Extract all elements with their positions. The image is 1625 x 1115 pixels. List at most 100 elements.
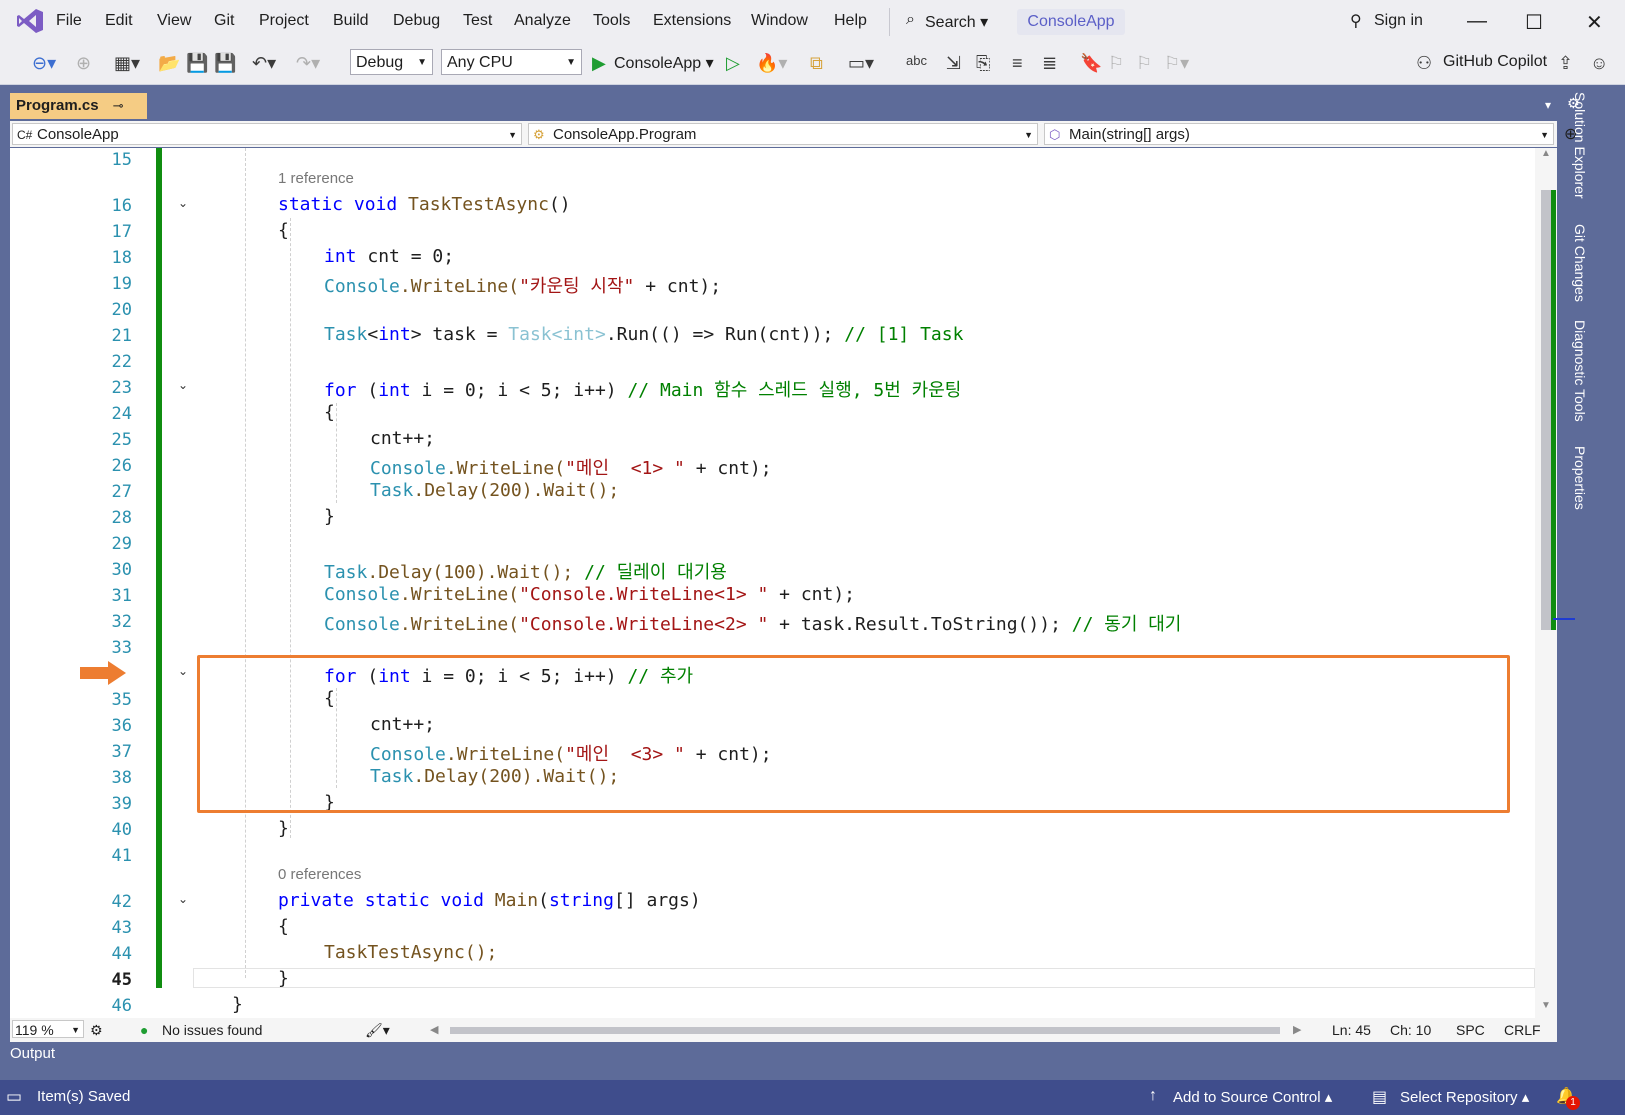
prev-bookmark-icon[interactable]: ⚐	[1108, 53, 1124, 74]
sign-in-button[interactable]: Sign in	[1374, 12, 1423, 30]
uncomment-icon[interactable]: ≣	[1042, 53, 1057, 74]
whitespace-indicator[interactable]: SPC	[1456, 1018, 1485, 1042]
clear-bookmarks-icon[interactable]: ⚐▾	[1164, 53, 1189, 74]
visual-studio-logo-icon[interactable]	[16, 8, 44, 34]
platform-select[interactable]: Any CPU ▼	[441, 49, 582, 75]
open-folder-icon[interactable]: 📂	[158, 53, 180, 74]
start-debugging-button[interactable]: ConsoleApp ▾	[614, 53, 714, 73]
menu-tools[interactable]: Tools	[593, 12, 630, 30]
scroll-right-icon[interactable]: ▶	[1293, 1018, 1301, 1042]
project-dropdown[interactable]: C# ConsoleApp ▼	[12, 123, 522, 145]
line-number: 42	[111, 892, 132, 912]
collapse-chevron-icon[interactable]: ⌄	[178, 378, 188, 392]
tab-solution-explorer[interactable]: Solution Explorer	[1572, 92, 1588, 199]
line-ending-indicator[interactable]: CRLF	[1504, 1018, 1541, 1042]
menu-extensions[interactable]: Extensions	[653, 12, 731, 30]
zoom-select[interactable]: 119 % ▼	[12, 1020, 84, 1038]
class-value: ConsoleApp.Program	[553, 126, 697, 143]
bookmark-icon[interactable]: 🔖	[1080, 53, 1102, 74]
menu-window[interactable]: Window	[751, 12, 808, 30]
tab-diagnostic-tools[interactable]: Diagnostic Tools	[1572, 320, 1588, 422]
menu-file[interactable]: File	[56, 12, 82, 30]
solution-explorer-icon[interactable]: ⧉	[810, 53, 823, 74]
configuration-select[interactable]: Debug ▼	[350, 49, 433, 75]
menu-git[interactable]: Git	[214, 12, 234, 30]
diff-icon[interactable]: ⎘	[976, 53, 990, 74]
menu-test[interactable]: Test	[463, 12, 492, 30]
scroll-down-icon[interactable]: ▼	[1541, 1000, 1551, 1011]
menu-view[interactable]: View	[157, 12, 191, 30]
collapse-chevron-icon[interactable]: ⌄	[178, 196, 188, 210]
pin-icon[interactable]: ⊸	[113, 98, 124, 113]
horizontal-scrollbar[interactable]	[450, 1027, 1280, 1034]
tab-properties[interactable]: Properties	[1572, 446, 1588, 510]
github-copilot-button[interactable]: GitHub Copilot	[1443, 53, 1547, 71]
issues-status[interactable]: No issues found	[162, 1018, 262, 1042]
code-line: }	[324, 506, 335, 527]
zoom-value: 119 %	[15, 1022, 54, 1038]
brush-icon[interactable]: 🖌▾	[365, 1018, 390, 1042]
scrollbar-thumb[interactable]	[1541, 190, 1551, 630]
tab-git-changes[interactable]: Git Changes	[1572, 224, 1588, 302]
feedback-icon[interactable]: ☺	[1590, 53, 1608, 74]
tab-output[interactable]: Output	[10, 1045, 55, 1062]
scroll-left-icon[interactable]: ◀	[430, 1018, 438, 1042]
menu-edit[interactable]: Edit	[105, 12, 133, 30]
redo-icon[interactable]: ↷▾	[296, 53, 320, 74]
hot-reload-icon[interactable]: 🔥▾	[756, 53, 787, 74]
save-icon[interactable]: 💾	[186, 53, 208, 74]
class-dropdown[interactable]: ⚙ ConsoleApp.Program ▼	[528, 123, 1038, 145]
save-all-icon[interactable]: 💾	[214, 53, 236, 74]
maximize-icon[interactable]: ☐	[1525, 10, 1543, 35]
tab-list-dropdown-icon[interactable]: ▾	[1545, 98, 1551, 112]
spell-check-icon[interactable]: abc	[906, 53, 927, 68]
start-icon[interactable]: ▶	[592, 53, 606, 74]
back-icon[interactable]: ⊖▾	[32, 53, 56, 74]
scrollbar-caret-marker	[1553, 618, 1575, 620]
code-editor[interactable]: 15 16 17 18 19 20 21 22 23 24 25 26 27 2…	[10, 148, 1557, 1023]
menu-help[interactable]: Help	[834, 12, 867, 30]
column-indicator[interactable]: Ch: 10	[1390, 1018, 1431, 1042]
undo-icon[interactable]: ↶▾	[252, 53, 276, 74]
menu-analyze[interactable]: Analyze	[514, 12, 571, 30]
code-line: int cnt = 0;	[324, 246, 455, 267]
share-icon[interactable]: ⇪	[1558, 53, 1573, 74]
forward-icon[interactable]: ⊕	[76, 53, 91, 74]
next-bookmark-icon[interactable]: ⚐	[1136, 53, 1152, 74]
title-bar: File Edit View Git Project Build Debug T…	[0, 0, 1625, 43]
line-number: 35	[111, 690, 132, 710]
line-indicator[interactable]: Ln: 45	[1332, 1018, 1371, 1042]
close-icon[interactable]: ✕	[1586, 10, 1603, 35]
member-dropdown[interactable]: ⬡ Main(string[] args) ▼	[1044, 123, 1554, 145]
line-number: 21	[111, 326, 132, 346]
minimize-icon[interactable]: —	[1467, 10, 1487, 33]
line-number: 32	[111, 612, 132, 632]
new-project-icon[interactable]: ▦▾	[114, 53, 140, 74]
layout-icon[interactable]: ▭▾	[848, 53, 874, 74]
code-cleanup-icon[interactable]: ⚙	[90, 1018, 103, 1042]
code-line: }	[278, 818, 289, 839]
status-message: Item(s) Saved	[37, 1088, 131, 1105]
menu-debug[interactable]: Debug	[393, 12, 440, 30]
line-number: 40	[111, 820, 132, 840]
line-number: 23	[111, 378, 132, 398]
menu-build[interactable]: Build	[333, 12, 369, 30]
current-line-highlight	[193, 968, 1535, 988]
step-icon[interactable]: ⇲	[946, 53, 961, 74]
line-number: 22	[111, 352, 132, 372]
scroll-up-icon[interactable]: ▲	[1541, 148, 1551, 159]
line-number: 31	[111, 586, 132, 606]
tab-program-cs[interactable]: Program.cs ⊸ ✕	[10, 93, 147, 140]
collapse-chevron-icon[interactable]: ⌄	[178, 664, 188, 678]
start-without-debugging-icon[interactable]: ▷	[726, 53, 740, 74]
editor-status-strip: 119 % ▼ ⚙ ● No issues found 🖌▾ ◀ ▶ Ln: 45…	[10, 1018, 1557, 1042]
collapse-chevron-icon[interactable]: ⌄	[178, 892, 188, 906]
status-bar: ▭ Item(s) Saved ↑ Add to Source Control …	[0, 1080, 1625, 1115]
comment-icon[interactable]: ≡	[1012, 53, 1023, 74]
menu-project[interactable]: Project	[259, 12, 309, 30]
select-repository-button[interactable]: Select Repository ▴	[1400, 1088, 1529, 1106]
search-button[interactable]: Search ▾	[905, 12, 988, 32]
code-lens-references[interactable]: 1 reference	[278, 170, 354, 187]
code-lens-references[interactable]: 0 references	[278, 866, 361, 883]
add-to-source-control-button[interactable]: Add to Source Control ▴	[1173, 1088, 1332, 1106]
